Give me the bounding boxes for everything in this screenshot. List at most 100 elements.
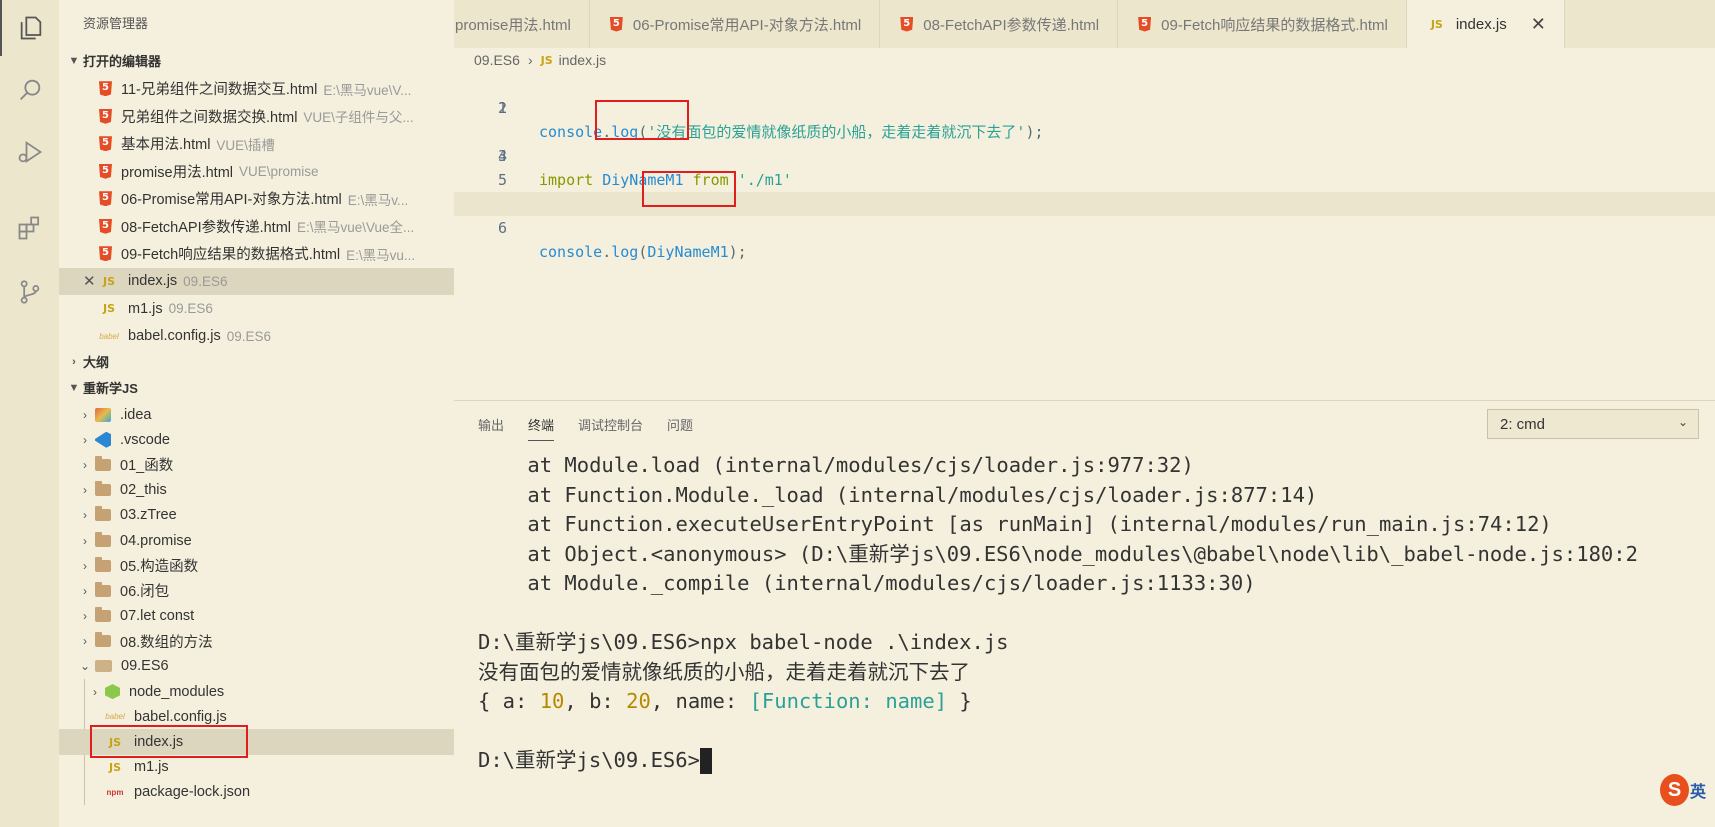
editor-tab[interactable]: promise用法.html xyxy=(454,0,590,48)
open-editor-item[interactable]: 06-Promise常用API-对象方法.html E:\黑马v... xyxy=(59,185,454,213)
breadcrumb-file[interactable]: index.js xyxy=(559,52,606,68)
breadcrumb-folder[interactable]: 09.ES6 xyxy=(474,52,520,68)
js-file-icon: JS xyxy=(108,760,121,774)
html-file-icon xyxy=(99,136,112,152)
folder-icon xyxy=(95,455,111,471)
line-number: 5 xyxy=(497,171,507,189)
line-number: 6 xyxy=(497,219,507,237)
tree-file[interactable]: JS m1.js xyxy=(59,755,454,780)
folder-icon xyxy=(95,506,111,522)
tab-debug-console[interactable]: 调试控制台 xyxy=(578,415,643,441)
tree-folder-name: 06.闭包 xyxy=(120,584,170,601)
tree-file-name: package-lock.json xyxy=(134,784,251,801)
explorer-icon[interactable] xyxy=(0,0,59,56)
tree-folder-name: 05.构造函数 xyxy=(120,559,199,576)
open-editor-item[interactable]: JS m1.js 09.ES6 xyxy=(59,295,454,323)
extensions-icon[interactable] xyxy=(0,200,59,256)
tree-folder[interactable]: › .vscode xyxy=(59,427,454,452)
html-file-icon xyxy=(99,108,112,124)
terminal-select[interactable]: 2: cmd ⌄ xyxy=(1487,409,1699,439)
chevron-right-icon: › xyxy=(83,558,87,573)
tree-folder[interactable]: › 08.数组的方法 xyxy=(59,629,454,654)
tab-label: 06-Promise常用API-对象方法.html xyxy=(632,16,862,34)
code-line: 4 xyxy=(454,144,1715,168)
open-editor-item[interactable]: ✕ JS index.js 09.ES6 xyxy=(59,267,454,295)
tree-folder[interactable]: › 07.let const xyxy=(59,604,454,629)
tree-folder[interactable]: › .idea xyxy=(59,402,454,427)
open-editors-header[interactable]: ▼ 打开的编辑器 xyxy=(59,48,454,75)
close-icon[interactable]: ✕ xyxy=(83,272,96,290)
open-editor-item[interactable]: babel babel.config.js 09.ES6 xyxy=(59,323,454,351)
tab-label: 08-FetchAPI参数传递.html xyxy=(923,16,1100,34)
editor-tab[interactable]: 08-FetchAPI参数传递.html xyxy=(880,0,1119,48)
open-editor-item[interactable]: 11-兄弟组件之间数据交互.html E:\黑马vue\V... xyxy=(59,75,454,103)
search-icon[interactable] xyxy=(0,62,59,118)
activity-bar xyxy=(0,0,59,827)
run-debug-icon[interactable] xyxy=(0,124,59,180)
open-editor-name: index.js xyxy=(128,273,178,290)
tree-file[interactable]: › node_modules xyxy=(59,679,454,704)
tree-folder-name: 01_函数 xyxy=(120,458,174,475)
tab-output[interactable]: 输出 xyxy=(478,415,504,441)
close-icon[interactable]: ✕ xyxy=(1531,14,1546,35)
chevron-right-icon: › xyxy=(93,684,97,699)
tree-folder[interactable]: › 06.闭包 xyxy=(59,578,454,603)
editor-tab[interactable]: 06-Promise常用API-对象方法.html xyxy=(590,0,881,48)
tree-folder[interactable]: › 01_函数 xyxy=(59,452,454,477)
tree-file-name: node_modules xyxy=(129,683,225,700)
chevron-right-icon: › xyxy=(83,583,87,598)
open-editor-name: babel.config.js xyxy=(128,328,221,345)
tree-folder[interactable]: › 03.zTree xyxy=(59,503,454,528)
babel-file-icon: babel xyxy=(105,712,125,722)
file-tree: › .idea › .vscode › 01_函数 › 02_this › 03.zTree › 04… xyxy=(59,402,454,806)
open-editor-name: 08-FetchAPI参数传递.html xyxy=(121,219,292,236)
chevron-right-icon: › xyxy=(83,483,87,498)
open-editor-name: promise用法.html xyxy=(121,164,233,181)
tab-problems[interactable]: 问题 xyxy=(667,415,693,441)
open-editor-name: 基本用法.html xyxy=(121,137,211,154)
html-file-icon xyxy=(99,81,112,97)
folder-open-icon xyxy=(95,660,112,673)
folder-icon xyxy=(95,632,111,648)
tree-file[interactable]: npm package-lock.json xyxy=(59,780,454,805)
explorer-sidebar: 资源管理器 ▼ 打开的编辑器 11-兄弟组件之间数据交互.html E:\黑马vu… xyxy=(59,0,454,827)
tree-folder[interactable]: › 02_this xyxy=(59,478,454,503)
open-editor-item[interactable]: promise用法.html VUE\promise xyxy=(59,158,454,186)
tab-label: index.js xyxy=(1455,15,1507,33)
chevron-right-icon: › xyxy=(72,355,76,368)
babel-file-icon: babel xyxy=(99,331,119,341)
tree-folder-name: .idea xyxy=(120,406,152,423)
open-editor-name: m1.js xyxy=(128,300,163,317)
tree-folder-open[interactable]: ⌄ 09.ES6 xyxy=(59,654,454,679)
node-modules-folder-icon xyxy=(105,684,120,700)
chevron-down-icon: ⌄ xyxy=(79,659,91,674)
tree-folder-name: .vscode xyxy=(120,431,170,448)
terminal-output[interactable]: at Module.load (internal/modules/cjs/loa… xyxy=(478,451,1715,821)
ime-indicator[interactable]: S 英 xyxy=(1660,770,1706,810)
open-editor-name: 06-Promise常用API-对象方法.html xyxy=(121,192,342,209)
html-file-icon xyxy=(99,191,112,207)
tree-folder[interactable]: › 04.promise xyxy=(59,528,454,553)
html-file-icon xyxy=(609,16,623,32)
open-editor-item[interactable]: 08-FetchAPI参数传递.html E:\黑马vue\Vue全... xyxy=(59,213,454,241)
chevron-right-icon: › xyxy=(527,52,533,68)
sidebar-title: 资源管理器 xyxy=(83,16,149,31)
open-editor-item[interactable]: 兄弟组件之间数据交换.html VUE\子组件与父... xyxy=(59,103,454,131)
breadcrumb: 09.ES6 › JS index.js xyxy=(474,48,606,72)
highlight-box-import xyxy=(595,100,689,140)
outline-header[interactable]: › 大纲 xyxy=(59,349,454,375)
bottom-panel: 输出 终端 调试控制台 问题 2: cmd ⌄ at Module.load (… xyxy=(454,400,1715,827)
editor-tab[interactable]: JS index.js ✕ xyxy=(1406,0,1565,48)
tab-terminal[interactable]: 终端 xyxy=(528,415,555,441)
workspace-header[interactable]: ▼ 重新学JS xyxy=(59,375,454,402)
open-editor-item[interactable]: 09-Fetch响应结果的数据格式.html E:\黑马vu... xyxy=(59,240,454,268)
folder-icon xyxy=(95,556,111,572)
open-editor-item[interactable]: 基本用法.html VUE\插槽 xyxy=(59,130,454,158)
code-editor[interactable]: 1 console.log('没有面包的爱情就像纸质的小船，走着走着就沉下去了'… xyxy=(454,72,1715,392)
tree-file[interactable]: JS index.js xyxy=(59,725,454,759)
tree-folder[interactable]: › 05.构造函数 xyxy=(59,553,454,578)
source-control-icon[interactable] xyxy=(0,264,59,320)
editor-tab[interactable]: 09-Fetch响应结果的数据格式.html xyxy=(1118,0,1407,48)
chevron-down-icon: ⌄ xyxy=(1677,415,1688,429)
panel-tabs: 输出 终端 调试控制台 问题 xyxy=(478,415,693,441)
